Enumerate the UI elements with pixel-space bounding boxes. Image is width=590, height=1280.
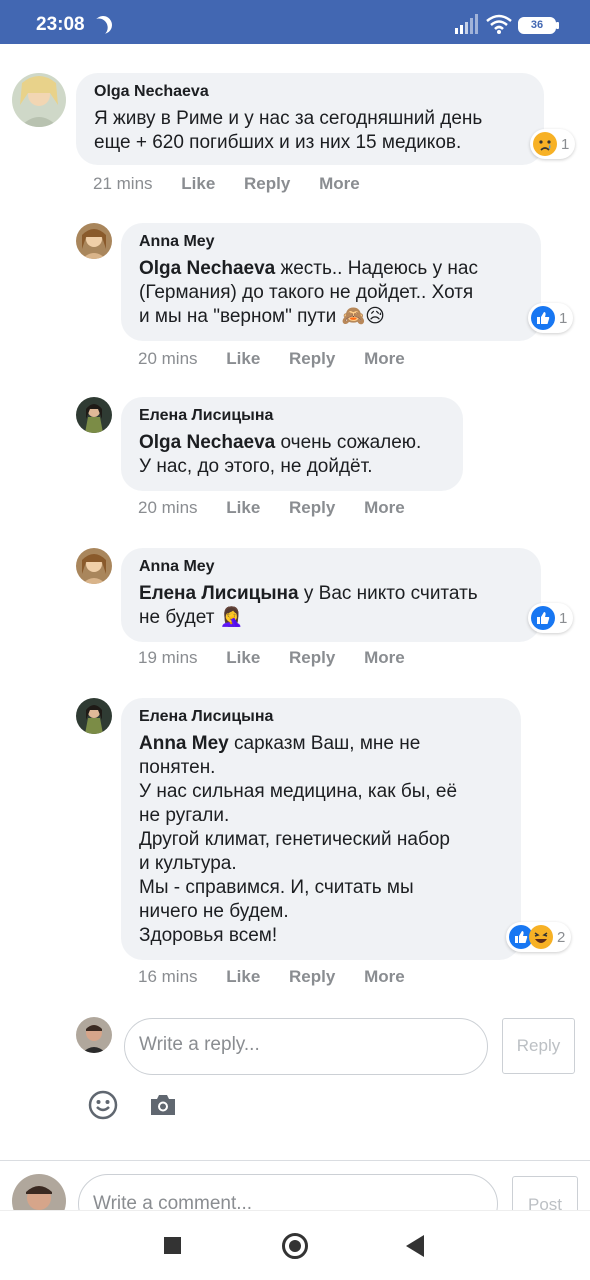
reply-input[interactable]: Write a reply... bbox=[124, 1018, 488, 1075]
comment-time: 21 mins bbox=[93, 174, 153, 193]
back-icon[interactable] bbox=[406, 1235, 424, 1257]
emoji: 🙈😥 bbox=[341, 306, 385, 327]
like-button[interactable]: Like bbox=[226, 648, 260, 668]
comment-meta: 21 mins Like Reply More bbox=[93, 174, 360, 194]
comment-time: 20 mins bbox=[138, 498, 198, 517]
more-button[interactable]: More bbox=[319, 174, 360, 194]
recents-icon[interactable] bbox=[164, 1237, 181, 1254]
comment-author[interactable]: Елена Лисицына bbox=[139, 407, 445, 425]
smiley-icon[interactable] bbox=[88, 1090, 118, 1120]
comment-text: Anna Mey сарказм Ваш, мне не понятен. У … bbox=[139, 732, 503, 948]
like-reaction-icon bbox=[531, 306, 555, 330]
emoji: 🤦‍♀️ bbox=[219, 607, 244, 628]
more-button[interactable]: More bbox=[364, 648, 405, 668]
status-time: 23:08 bbox=[36, 14, 85, 35]
mention-link[interactable]: Елена Лисицына bbox=[139, 583, 299, 604]
battery-icon: 36 bbox=[518, 17, 556, 34]
comment-time: 16 mins bbox=[138, 967, 198, 986]
comment-meta: 20 mins Like Reply More bbox=[138, 498, 405, 518]
like-reaction-icon bbox=[531, 606, 555, 630]
comment-author[interactable]: Anna Mey bbox=[139, 233, 523, 251]
more-button[interactable]: More bbox=[364, 349, 405, 369]
reply-button[interactable]: Reply bbox=[289, 648, 335, 668]
reply-button[interactable]: Reply bbox=[289, 967, 335, 987]
comment-meta: 16 mins Like Reply More bbox=[138, 967, 405, 987]
mention-link[interactable]: Olga Nechaeva bbox=[139, 432, 275, 453]
comment-text: Olga Nechaeva жесть.. Надеюсь у нас (Гер… bbox=[139, 257, 523, 329]
wifi-icon bbox=[486, 14, 512, 34]
reaction-summary[interactable]: 1 bbox=[528, 603, 574, 633]
current-user-avatar bbox=[76, 1017, 112, 1053]
comment-bubble[interactable]: Елена Лисицына Anna Mey сарказм Ваш, мне… bbox=[121, 698, 521, 960]
reaction-count: 1 bbox=[559, 609, 568, 627]
comment-bubble[interactable]: Olga Nechaeva Я живу в Риме и у нас за с… bbox=[76, 73, 544, 165]
comment-body: сарказм Ваш, мне не понятен. У нас сильн… bbox=[139, 733, 458, 946]
comment-bubble[interactable]: Елена Лисицына Olga Nechaeva очень сожал… bbox=[121, 397, 463, 491]
battery-tip bbox=[556, 22, 559, 29]
home-icon[interactable] bbox=[282, 1233, 308, 1259]
reaction-summary[interactable]: 1 bbox=[528, 303, 574, 333]
reaction-count: 1 bbox=[561, 135, 570, 153]
comment-meta: 20 mins Like Reply More bbox=[138, 349, 405, 369]
avatar[interactable] bbox=[76, 698, 112, 734]
comment-author[interactable]: Елена Лисицына bbox=[139, 708, 503, 726]
comment-meta: 19 mins Like Reply More bbox=[138, 648, 405, 668]
avatar[interactable] bbox=[76, 223, 112, 259]
reaction-summary[interactable]: 1 bbox=[530, 129, 576, 159]
comment-bubble[interactable]: Anna Mey Елена Лисицына у Вас никто счит… bbox=[121, 548, 541, 642]
comment-author[interactable]: Olga Nechaeva bbox=[94, 83, 526, 101]
divider bbox=[0, 1160, 590, 1161]
reaction-count: 2 bbox=[557, 928, 566, 946]
mention-link[interactable]: Olga Nechaeva bbox=[139, 258, 275, 279]
moon-icon bbox=[91, 13, 116, 38]
comment-text: Я живу в Риме и у нас за сегодняшний ден… bbox=[94, 108, 483, 153]
haha-reaction-icon bbox=[529, 925, 553, 949]
signal-icon bbox=[455, 14, 478, 34]
reply-submit-button[interactable]: Reply bbox=[502, 1018, 575, 1074]
avatar[interactable] bbox=[76, 397, 112, 433]
like-button[interactable]: Like bbox=[226, 498, 260, 518]
reaction-summary[interactable]: 2 bbox=[506, 922, 572, 952]
more-button[interactable]: More bbox=[364, 967, 405, 987]
comment-author[interactable]: Anna Mey bbox=[139, 558, 523, 576]
system-nav-bar bbox=[0, 1210, 590, 1280]
camera-icon[interactable] bbox=[149, 1094, 177, 1116]
avatar[interactable] bbox=[76, 548, 112, 584]
like-button[interactable]: Like bbox=[226, 349, 260, 369]
like-button[interactable]: Like bbox=[226, 967, 260, 987]
status-bar: 23:08 36 bbox=[0, 0, 590, 44]
like-button[interactable]: Like bbox=[181, 174, 215, 194]
reply-button[interactable]: Reply bbox=[244, 174, 290, 194]
avatar[interactable] bbox=[12, 73, 66, 127]
comment-bubble[interactable]: Anna Mey Olga Nechaeva жесть.. Надеюсь у… bbox=[121, 223, 541, 341]
comment-text: Елена Лисицына у Вас никто считать не бу… bbox=[139, 582, 523, 630]
reaction-count: 1 bbox=[559, 309, 568, 327]
reply-button[interactable]: Reply bbox=[289, 498, 335, 518]
mention-link[interactable]: Anna Mey bbox=[139, 733, 229, 754]
more-button[interactable]: More bbox=[364, 498, 405, 518]
comment-time: 20 mins bbox=[138, 349, 198, 368]
reply-button[interactable]: Reply bbox=[289, 349, 335, 369]
comment-time: 19 mins bbox=[138, 648, 198, 667]
sad-reaction-icon bbox=[533, 132, 557, 156]
comment-text: Olga Nechaeva очень сожалею. У нас, до э… bbox=[139, 431, 445, 479]
